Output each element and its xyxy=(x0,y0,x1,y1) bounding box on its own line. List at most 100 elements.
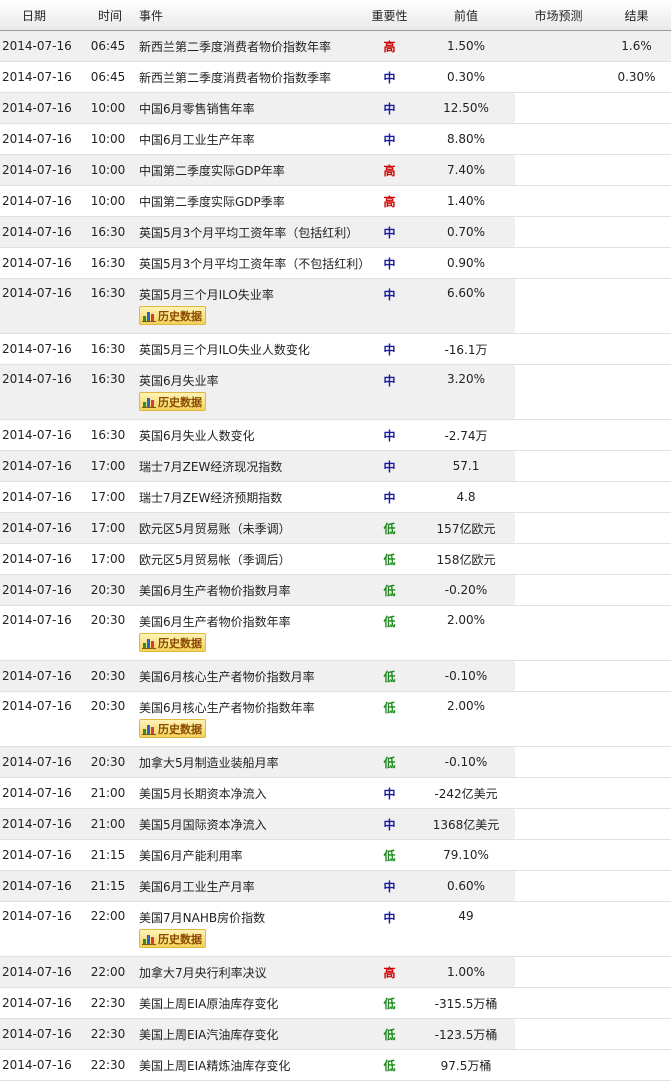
cell-time: 21:00 xyxy=(84,808,132,840)
cell-previous-text: 8.80% xyxy=(446,132,486,146)
cell-previous: 12.50% xyxy=(417,92,515,124)
event-name: 美国6月生产者物价指数月率 xyxy=(139,583,291,598)
cell-event: 英国6月失业人数变化 xyxy=(132,419,362,451)
cell-importance-text: 中 xyxy=(383,70,396,85)
cell-event: 加拿大5月制造业装船月率 xyxy=(132,746,362,778)
cell-date: 2014-07-16 xyxy=(0,61,84,93)
header-previous[interactable]: 前值 xyxy=(417,0,515,31)
cell-previous-text: 6.60% xyxy=(446,286,486,300)
cell-date-text: 2014-07-16 xyxy=(2,194,72,208)
cell-previous: 157亿欧元 xyxy=(417,512,515,544)
cell-actual xyxy=(602,1049,671,1081)
table-row: 2014-07-16 22:30 美国上周EIA精炼油库存变化 低 97.5万桶 xyxy=(0,1049,671,1081)
event-name: 美国6月核心生产者物价指数月率 xyxy=(139,669,315,684)
cell-forecast xyxy=(515,543,602,575)
cell-actual xyxy=(602,92,671,124)
cell-time-text: 22:00 xyxy=(90,965,126,979)
cell-importance-text: 中 xyxy=(383,817,396,832)
cell-event: 美国5月长期资本净流入 xyxy=(132,777,362,809)
cell-previous: 1368亿美元 xyxy=(417,808,515,840)
cell-event: 英国5月3个月平均工资年率（不包括红利） xyxy=(132,247,362,279)
cell-date-text: 2014-07-16 xyxy=(2,583,72,597)
cell-date-text: 2014-07-16 xyxy=(2,70,72,84)
cell-event: 英国5月三个月ILO失业率 历史数据 xyxy=(132,278,362,334)
cell-date: 2014-07-16 xyxy=(0,364,84,420)
cell-time: 06:45 xyxy=(84,30,132,62)
cell-previous-text: 2.00% xyxy=(446,699,486,713)
table-row: 2014-07-16 16:30 英国6月失业率 历史数据 中 3.20% xyxy=(0,364,671,420)
cell-importance-text: 低 xyxy=(383,701,396,715)
cell-previous: 8.80% xyxy=(417,123,515,155)
cell-previous-text: 49 xyxy=(458,909,474,923)
table-row: 2014-07-16 22:00 加拿大7月央行利率决议 高 1.00% xyxy=(0,956,671,988)
cell-date-text: 2014-07-16 xyxy=(2,101,72,115)
cell-time-text: 06:45 xyxy=(90,70,126,84)
cell-date: 2014-07-16 xyxy=(0,123,84,155)
table-row: 2014-07-16 22:30 美国上周EIA汽油库存变化 低 -123.5万桶 xyxy=(0,1018,671,1050)
cell-importance-text: 中 xyxy=(383,374,396,388)
cell-importance: 低 xyxy=(362,512,417,544)
cell-forecast xyxy=(515,61,602,93)
bar-chart-icon xyxy=(142,935,156,945)
cell-date-text: 2014-07-16 xyxy=(2,342,72,356)
cell-forecast xyxy=(515,574,602,606)
cell-forecast xyxy=(515,1018,602,1050)
event-name: 加拿大5月制造业装船月率 xyxy=(139,755,279,770)
cell-time-text: 16:30 xyxy=(90,342,126,356)
cell-importance: 中 xyxy=(362,901,417,957)
cell-time-text: 22:00 xyxy=(90,909,126,923)
cell-forecast xyxy=(515,901,602,957)
table-row: 2014-07-16 20:30 美国6月核心生产者物价指数年率 历史数据 低 2.00% xyxy=(0,691,671,747)
event-name: 新西兰第二季度消费者物价指数年率 xyxy=(139,39,332,54)
event-name: 中国6月零售销售年率 xyxy=(139,101,255,116)
history-data-button[interactable]: 历史数据 xyxy=(139,306,206,325)
cell-time: 21:15 xyxy=(84,839,132,871)
bar-chart-icon xyxy=(142,639,156,649)
cell-time-text: 21:15 xyxy=(90,879,126,893)
cell-importance-text: 高 xyxy=(383,194,396,209)
cell-event: 英国5月三个月ILO失业人数变化 xyxy=(132,333,362,365)
header-event[interactable]: 事件 xyxy=(132,0,362,31)
table-row: 2014-07-16 22:00 美国7月NAHB房价指数 历史数据 中 49 xyxy=(0,901,671,957)
cell-time: 10:00 xyxy=(84,123,132,155)
cell-importance: 低 xyxy=(362,746,417,778)
cell-time: 10:00 xyxy=(84,92,132,124)
cell-time: 10:00 xyxy=(84,185,132,217)
cell-previous: 0.90% xyxy=(417,247,515,279)
event-name: 英国5月3个月平均工资年率（包括红利） xyxy=(139,225,359,240)
cell-actual xyxy=(602,870,671,902)
history-data-button[interactable]: 历史数据 xyxy=(139,929,206,948)
history-data-button[interactable]: 历史数据 xyxy=(139,719,206,738)
header-forecast[interactable]: 市场预测 xyxy=(515,0,602,31)
header-time[interactable]: 时间 xyxy=(84,0,132,31)
cell-date: 2014-07-16 xyxy=(0,154,84,186)
cell-date: 2014-07-16 xyxy=(0,777,84,809)
history-data-button[interactable]: 历史数据 xyxy=(139,392,206,411)
header-importance[interactable]: 重要性 xyxy=(362,0,417,31)
cell-date: 2014-07-16 xyxy=(0,746,84,778)
event-name: 美国5月长期资本净流入 xyxy=(139,786,267,801)
cell-event: 瑞士7月ZEW经济预期指数 xyxy=(132,481,362,513)
cell-previous: -315.5万桶 xyxy=(417,987,515,1019)
cell-date: 2014-07-16 xyxy=(0,216,84,248)
cell-time: 20:30 xyxy=(84,660,132,692)
cell-time: 10:00 xyxy=(84,154,132,186)
cell-previous-text: -16.1万 xyxy=(444,342,488,357)
history-data-button[interactable]: 历史数据 xyxy=(139,633,206,652)
cell-forecast xyxy=(515,987,602,1019)
header-actual[interactable]: 结果 xyxy=(602,0,671,31)
cell-actual xyxy=(602,660,671,692)
cell-importance-text: 低 xyxy=(383,848,396,863)
cell-event: 英国5月3个月平均工资年率（包括红利） xyxy=(132,216,362,248)
cell-actual xyxy=(602,901,671,957)
cell-importance: 中 xyxy=(362,777,417,809)
table-row: 2014-07-16 17:00 欧元区5月贸易帐（季调后） 低 158亿欧元 xyxy=(0,543,671,575)
cell-previous-text: 2.00% xyxy=(446,613,486,627)
cell-importance: 高 xyxy=(362,956,417,988)
cell-date-text: 2014-07-16 xyxy=(2,613,72,627)
cell-previous: -0.20% xyxy=(417,574,515,606)
table-header-row: 日期 时间 事件 重要性 前值 市场预测 结果 xyxy=(0,0,671,31)
cell-importance: 低 xyxy=(362,605,417,661)
header-date[interactable]: 日期 xyxy=(0,0,84,31)
cell-importance: 中 xyxy=(362,247,417,279)
